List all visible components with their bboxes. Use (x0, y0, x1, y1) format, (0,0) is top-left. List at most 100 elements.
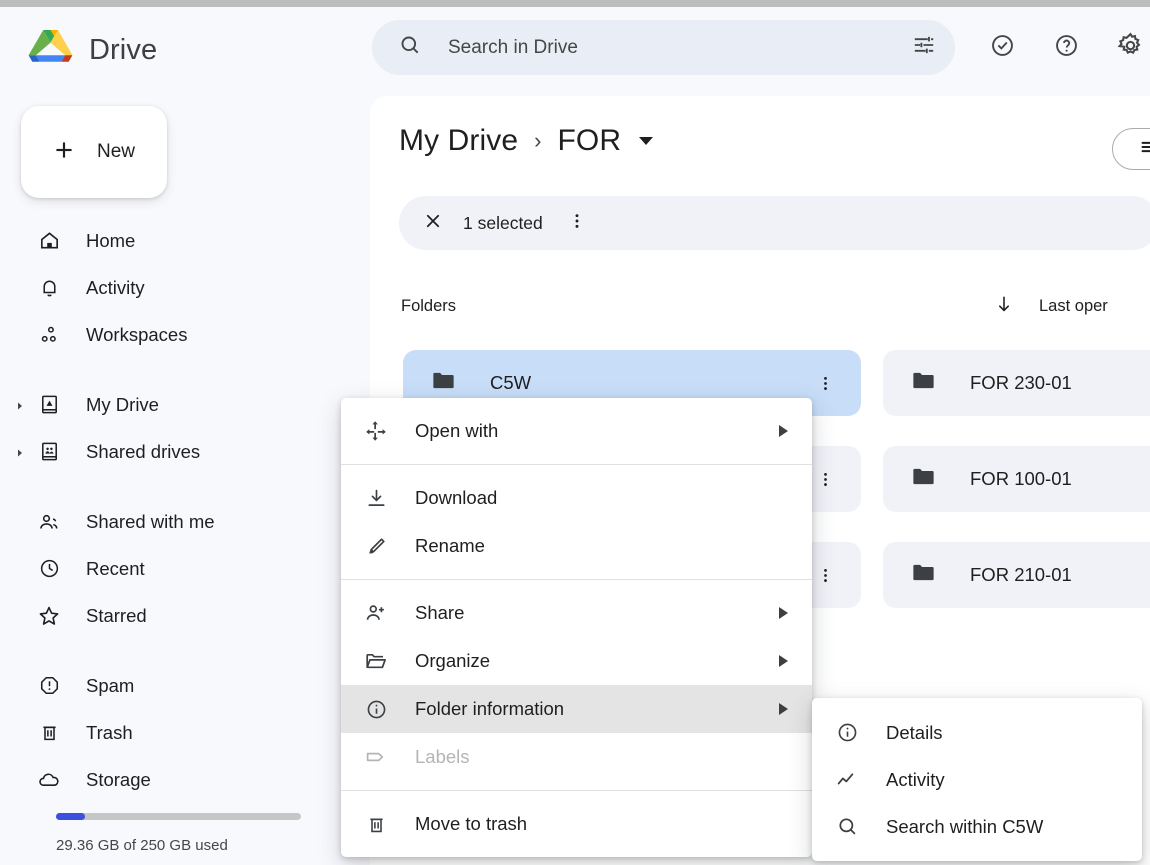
chevron-down-icon[interactable] (639, 137, 654, 145)
search-icon (834, 814, 860, 840)
submenu-item-label: Activity (886, 768, 945, 790)
arrow-down-icon (993, 292, 1015, 321)
sidebar-item-label: My Drive (86, 393, 159, 415)
list-view-toggle-button[interactable] (1112, 128, 1150, 170)
folder-icon (910, 559, 937, 591)
sidebar-item-label: Activity (86, 276, 145, 298)
context-menu-item-label: Open with (415, 420, 499, 441)
folder-card-for-210-01[interactable]: FOR 210-01 (883, 542, 1150, 608)
sidebar-item-label: Workspaces (86, 323, 188, 345)
list-view-icon (1138, 136, 1150, 163)
new-button[interactable]: New (21, 106, 167, 198)
folder-name: FOR 210-01 (970, 564, 1072, 585)
expand-chevron-icon[interactable] (14, 399, 26, 411)
bell-icon (36, 275, 62, 301)
folder-more-button[interactable] (811, 561, 839, 589)
google-drive-logo-icon (28, 28, 73, 73)
folder-name: FOR 100-01 (970, 468, 1072, 489)
folder-icon (430, 367, 457, 399)
folder-name: FOR 230-01 (970, 372, 1072, 393)
sidebar-item-shared-drives[interactable]: Shared drives (0, 428, 370, 475)
sidebar-item-starred[interactable]: Starred (0, 592, 370, 639)
tasks-check-icon (989, 32, 1016, 64)
trash-icon (363, 811, 389, 837)
sidebar-item-trash[interactable]: Trash (0, 709, 370, 756)
info-circle-icon (363, 696, 389, 722)
sidebar-item-label: Shared drives (86, 440, 201, 462)
sidebar-item-home[interactable]: Home (0, 217, 370, 264)
submenu-item-label: Search within C5W (886, 815, 1044, 837)
context-menu-item-folder-information[interactable]: Folder information (341, 685, 812, 733)
breadcrumb-root[interactable]: My Drive (399, 124, 518, 158)
selection-more-button[interactable] (557, 203, 597, 243)
window-scroll-strip (0, 0, 1150, 7)
my-drive-icon (36, 392, 62, 418)
folder-context-menu: Open with Download Rename Share Organize… (341, 398, 812, 857)
sidebar-item-shared-with-me[interactable]: Shared with me (0, 498, 370, 545)
close-icon (422, 210, 444, 237)
folder-icon (910, 463, 937, 495)
context-menu-item-label: Folder information (415, 698, 565, 719)
sidebar-item-my-drive[interactable]: My Drive (0, 381, 370, 428)
context-menu-item-label: Organize (415, 650, 491, 671)
breadcrumb-separator: › (534, 128, 542, 153)
folder-move-icon (363, 648, 389, 674)
context-menu-item-move-to-trash[interactable]: Move to trash (341, 800, 812, 848)
app-brand[interactable]: Drive (28, 28, 157, 73)
menu-separator (341, 790, 812, 791)
folder-name: C5W (490, 372, 532, 393)
home-icon (36, 228, 62, 254)
tune-icon[interactable] (911, 32, 937, 63)
submenu-item-details[interactable]: Details (812, 709, 1142, 756)
label-tag-icon (363, 744, 389, 770)
breadcrumb: My Drive › FOR (399, 124, 654, 158)
search-input[interactable]: Search in Drive (448, 37, 911, 59)
sidebar-item-storage[interactable]: Storage (0, 756, 370, 803)
new-button-label: New (97, 141, 136, 162)
folder-card-for-100-01[interactable]: FOR 100-01 (883, 446, 1150, 512)
sidebar-item-label: Spam (86, 674, 135, 696)
submenu-item-search-within-folder[interactable]: Search within C5W (812, 803, 1142, 850)
context-menu-item-label: Rename (415, 535, 485, 556)
sidebar-item-label: Starred (86, 604, 147, 626)
context-menu-item-organize[interactable]: Organize (341, 637, 812, 685)
sort-control[interactable]: Last oper (993, 292, 1108, 321)
rename-pencil-icon (363, 533, 389, 559)
folder-card-for-230-01[interactable]: FOR 230-01 (883, 350, 1150, 416)
plus-icon (51, 137, 77, 168)
selection-toolbar: 1 selected (399, 196, 1150, 250)
selection-count-label: 1 selected (463, 212, 543, 233)
search-bar[interactable]: Search in Drive (372, 20, 955, 75)
menu-separator (341, 579, 812, 580)
folder-more-button[interactable] (811, 465, 839, 493)
context-menu-item-rename[interactable]: Rename (341, 522, 812, 570)
tasks-check-icon-button[interactable] (980, 26, 1024, 70)
sidebar-item-label: Storage (86, 768, 151, 790)
search-icon (398, 33, 422, 62)
context-menu-item-label: Download (415, 487, 498, 508)
settings-gear-icon-button[interactable] (1108, 26, 1150, 70)
info-circle-icon (834, 720, 860, 746)
help-icon-button[interactable] (1044, 26, 1088, 70)
context-menu-item-open-with[interactable]: Open with (341, 407, 812, 455)
sidebar-item-spam[interactable]: Spam (0, 662, 370, 709)
sidebar-item-workspaces[interactable]: Workspaces (0, 311, 370, 358)
submenu-arrow-icon (779, 703, 788, 715)
sidebar-item-recent[interactable]: Recent (0, 545, 370, 592)
context-menu-item-label: Share (415, 602, 465, 623)
breadcrumb-current[interactable]: FOR (557, 124, 621, 158)
sidebar-nav: Home Activity Workspaces My Drive Shared… (0, 217, 370, 803)
submenu-arrow-icon (779, 655, 788, 667)
sidebar-item-label: Trash (86, 721, 133, 743)
close-selection-button[interactable] (413, 203, 453, 243)
submenu-item-activity[interactable]: Activity (812, 756, 1142, 803)
context-menu-item-download[interactable]: Download (341, 474, 812, 522)
storage-progress-fill (56, 813, 86, 820)
folder-information-submenu: Details Activity Search within C5W (812, 698, 1142, 861)
folders-section-label: Folders (401, 297, 457, 315)
expand-chevron-icon[interactable] (14, 446, 26, 458)
open-with-icon (363, 418, 389, 444)
sidebar-item-activity[interactable]: Activity (0, 264, 370, 311)
context-menu-item-share[interactable]: Share (341, 589, 812, 637)
folder-more-button[interactable] (811, 369, 839, 397)
